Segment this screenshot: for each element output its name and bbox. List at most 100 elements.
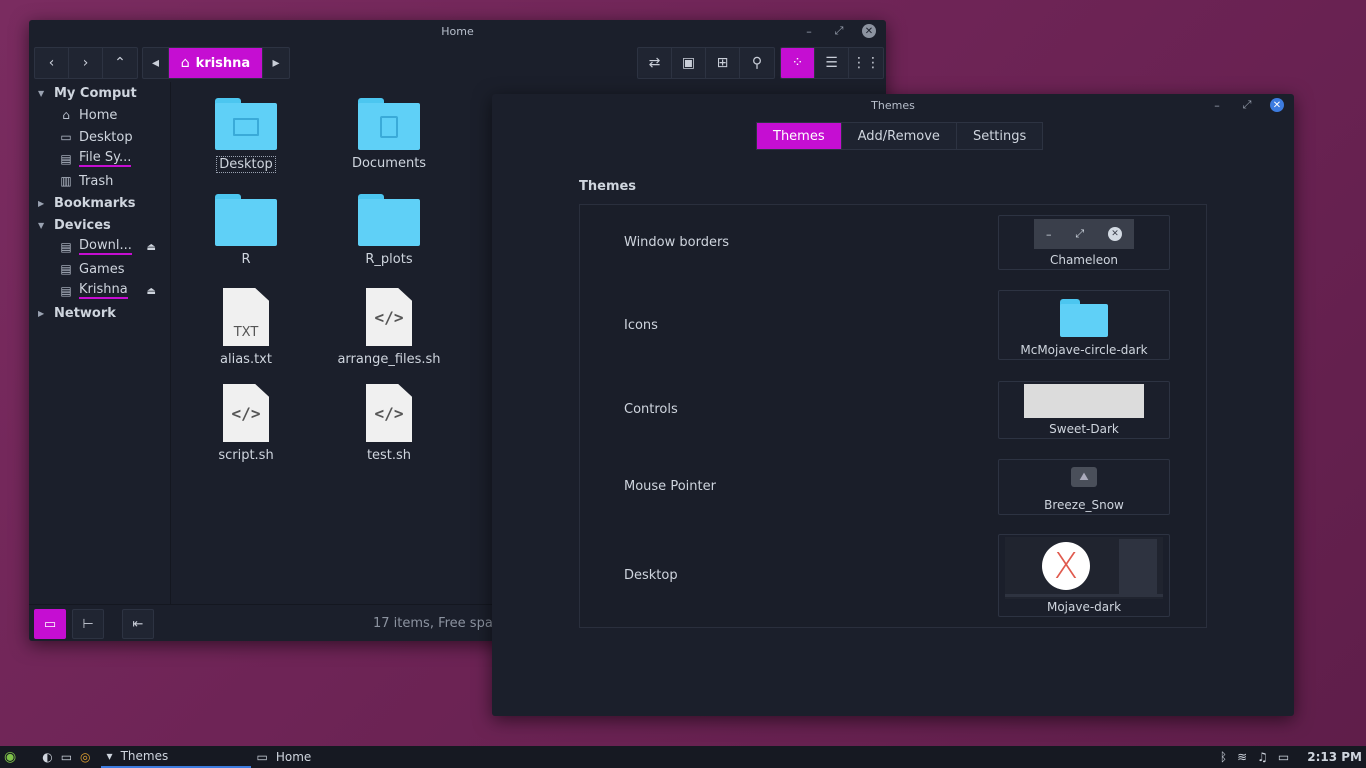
toggle-location-icon[interactable]: ⇄ bbox=[638, 48, 672, 78]
back-icon[interactable]: ‹ bbox=[35, 48, 69, 78]
file-grid: Desktop Documents R R_plots TXT alias.tx… bbox=[172, 82, 492, 604]
file-label: arrange_files.sh bbox=[337, 352, 441, 367]
script-file-icon: </> bbox=[366, 288, 412, 346]
tree-view-icon[interactable]: ⊢ bbox=[72, 609, 104, 639]
view-buttons: ⁘ ☰ ⋮⋮ bbox=[780, 47, 884, 79]
maximize-icon[interactable]: ⤢ bbox=[824, 23, 854, 39]
sidebar-item-desktop[interactable]: ▭ Desktop bbox=[30, 126, 170, 148]
sidebar-item-downloads[interactable]: ▤ Downl... ⏏ bbox=[30, 236, 170, 258]
file-label: script.sh bbox=[218, 448, 274, 463]
sidebar-section-computer[interactable]: ▼ My Comput bbox=[30, 82, 170, 104]
chrome-icon: ◎ bbox=[80, 750, 91, 764]
desktop-button[interactable]: X Mojave-dark bbox=[998, 534, 1170, 617]
battery-icon[interactable]: ▭ bbox=[1278, 750, 1289, 764]
maximize-icon[interactable]: ⤢ bbox=[1232, 97, 1262, 113]
folder-icon bbox=[1060, 299, 1108, 337]
row-label-controls: Controls bbox=[624, 402, 678, 417]
folder-icon bbox=[358, 98, 420, 150]
file-item[interactable]: Documents bbox=[329, 98, 449, 171]
file-label: R bbox=[241, 252, 251, 267]
window-borders-preview: – ⤢ ✕ bbox=[1034, 219, 1134, 249]
hide-sidebar-icon[interactable]: ⇤ bbox=[122, 609, 154, 639]
mojave-logo-icon: X bbox=[1042, 542, 1090, 590]
calendar-widget bbox=[1119, 539, 1157, 595]
row-label-desktop: Desktop bbox=[624, 568, 678, 583]
search-icon[interactable]: ⚲ bbox=[740, 48, 774, 78]
sidebar-item-filesystem[interactable]: ▤ File Sy... bbox=[30, 148, 170, 170]
bluetooth-icon[interactable]: ᛒ bbox=[1220, 750, 1227, 764]
sidebar-section-network[interactable]: ▶ Network bbox=[30, 302, 170, 324]
theme-value: McMojave-circle-dark bbox=[1020, 343, 1148, 357]
close-icon[interactable]: ✕ bbox=[862, 24, 876, 38]
tab-bar: Themes Add/Remove Settings bbox=[756, 122, 1044, 150]
minimize-icon[interactable]: – bbox=[1202, 97, 1232, 113]
home-icon: ⌂ bbox=[180, 55, 190, 71]
clock[interactable]: 2:13 PM bbox=[1307, 750, 1362, 764]
panel-strip bbox=[1005, 594, 1163, 597]
sidebar-item-label: Trash bbox=[79, 173, 114, 189]
window-title: Themes bbox=[871, 98, 915, 112]
icons-button[interactable]: McMojave-circle-dark bbox=[998, 290, 1170, 360]
file-item[interactable]: </> script.sh bbox=[186, 384, 306, 463]
compact-view-icon[interactable]: ⋮⋮ bbox=[849, 48, 883, 78]
tab-add-remove[interactable]: Add/Remove bbox=[841, 123, 957, 149]
menu-button[interactable]: ◉ bbox=[0, 746, 20, 768]
sidebar-item-games[interactable]: ▤ Games bbox=[30, 258, 170, 280]
browser-launcher[interactable]: ◎ bbox=[76, 746, 94, 768]
folder-icon bbox=[358, 194, 420, 246]
taskbar-item-themes[interactable]: ▾ Themes bbox=[100, 746, 251, 768]
title-bar[interactable]: Themes – ⤢ ✕ bbox=[492, 94, 1294, 116]
wifi-icon[interactable]: ≋ bbox=[1237, 750, 1247, 764]
drive-icon: ▤ bbox=[60, 262, 72, 276]
file-label: R_plots bbox=[365, 252, 413, 267]
file-item[interactable]: Desktop bbox=[186, 98, 306, 173]
close-icon[interactable]: ✕ bbox=[1270, 98, 1284, 112]
mint-logo-icon: ◉ bbox=[4, 749, 17, 765]
taskbar: ◉ ◐ ▭ ◎ ▾ Themes ▭ Home ᛒ ≋ ♫ ▭ 2:13 PM bbox=[0, 746, 1366, 768]
sidebar-item-trash[interactable]: ▥ Trash bbox=[30, 170, 170, 192]
controls-preview bbox=[1024, 384, 1144, 418]
tab-themes[interactable]: Themes bbox=[757, 123, 842, 149]
sidebar-item-krishna[interactable]: ▤ Krishna ⏏ bbox=[30, 280, 170, 302]
taskbar-item-home[interactable]: ▭ Home bbox=[251, 746, 401, 768]
taskbar-item-label: Themes bbox=[120, 749, 169, 763]
breadcrumb-right-icon[interactable]: ▸ bbox=[263, 48, 289, 78]
file-item[interactable]: </> test.sh bbox=[329, 384, 449, 463]
themes-window: Themes – ⤢ ✕ Themes Add/Remove Settings … bbox=[492, 94, 1294, 716]
home-icon: ⌂ bbox=[62, 108, 70, 122]
file-item[interactable]: TXT alias.txt bbox=[186, 288, 306, 367]
forward-icon[interactable]: › bbox=[69, 48, 103, 78]
eject-icon[interactable]: ⏏ bbox=[147, 286, 156, 297]
files-launcher[interactable]: ▭ bbox=[57, 746, 76, 768]
show-desktop-button[interactable]: ◐ bbox=[20, 746, 56, 768]
music-icon[interactable]: ♫ bbox=[1257, 750, 1268, 764]
up-icon[interactable]: ⌃ bbox=[103, 48, 137, 78]
places-folder-icon[interactable]: ▭ bbox=[34, 609, 66, 639]
file-item[interactable]: R bbox=[186, 194, 306, 267]
sidebar-item-home[interactable]: ⌂ Home bbox=[30, 104, 170, 126]
script-file-icon: </> bbox=[223, 384, 269, 442]
sidebar-item-label: File Sy... bbox=[79, 150, 132, 167]
file-item[interactable]: </> arrange_files.sh bbox=[329, 288, 449, 367]
sidebar-item-label: Desktop bbox=[79, 129, 133, 145]
file-label: Desktop bbox=[216, 156, 276, 173]
folder-icon bbox=[215, 194, 277, 246]
trash-icon: ▥ bbox=[60, 174, 72, 188]
mouse-pointer-button[interactable]: ⛰ Breeze_Snow bbox=[998, 459, 1170, 515]
list-view-icon[interactable]: ☰ bbox=[815, 48, 849, 78]
breadcrumb-location[interactable]: ⌂ krishna bbox=[169, 48, 263, 78]
breadcrumb-left-icon[interactable]: ◂ bbox=[143, 48, 169, 78]
controls-button[interactable]: Sweet-Dark bbox=[998, 381, 1170, 439]
title-bar[interactable]: Home – ⤢ ✕ bbox=[29, 20, 886, 42]
eject-icon[interactable]: ⏏ bbox=[147, 242, 156, 253]
icon-view-icon[interactable]: ⁘ bbox=[781, 48, 815, 78]
window-borders-button[interactable]: – ⤢ ✕ Chameleon bbox=[998, 215, 1170, 270]
sidebar-section-bookmarks[interactable]: ▶ Bookmarks bbox=[30, 192, 170, 214]
file-item[interactable]: R_plots bbox=[329, 194, 449, 267]
new-folder-icon[interactable]: ⊞ bbox=[706, 48, 740, 78]
tab-settings[interactable]: Settings bbox=[956, 123, 1043, 149]
themes-icon: ▾ bbox=[106, 749, 113, 763]
terminal-icon[interactable]: ▣ bbox=[672, 48, 706, 78]
sidebar-section-devices[interactable]: ▼ Devices bbox=[30, 214, 170, 236]
minimize-icon[interactable]: – bbox=[794, 23, 824, 39]
